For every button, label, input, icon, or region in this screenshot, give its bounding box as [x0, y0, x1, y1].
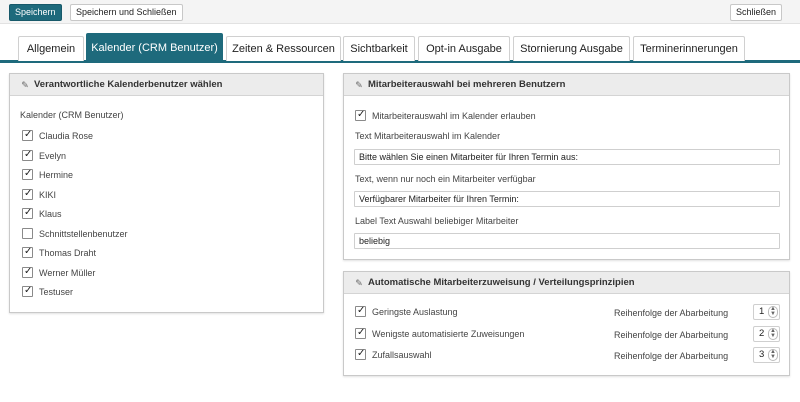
order-stepper[interactable]: 2 ▲ ▼ — [753, 326, 780, 342]
rule-checkbox[interactable] — [355, 327, 366, 339]
allow-selection-label: Mitarbeiterauswahl im Kalender erlauben — [372, 110, 536, 121]
tab-terminerinnerungen[interactable]: Terminerinnerungen — [633, 36, 745, 61]
selection-text-label: Text Mitarbeiterauswahl im Kalender — [355, 131, 501, 141]
order-value: 2 — [759, 328, 765, 339]
save-button[interactable]: Speichern — [9, 4, 62, 21]
user-name: Hermine — [39, 169, 74, 180]
user-name: Werner Müller — [39, 267, 96, 278]
rule-row[interactable]: Geringste Auslastung — [355, 305, 458, 317]
rule-checkbox[interactable] — [355, 305, 366, 317]
panel-title: Mitarbeiterauswahl bei mehreren Benutzer… — [368, 78, 566, 90]
order-label: Reihenfolge der Abarbeitung — [614, 351, 729, 361]
edit-icon: ✎ — [355, 277, 363, 288]
order-label: Reihenfolge der Abarbeitung — [614, 330, 729, 340]
up-down-icon[interactable]: ▲ ▼ — [768, 328, 778, 340]
rule-row[interactable]: Zufallsauswahl — [355, 348, 432, 360]
panel-title: Verantwortliche Kalenderbenutzer wählen — [34, 78, 223, 90]
tab-zeiten-ressourcen[interactable]: Zeiten & Ressourcen — [226, 36, 341, 61]
user-name: Claudia Rose — [39, 130, 94, 141]
tab-kalender[interactable]: Kalender (CRM Benutzer) — [86, 33, 223, 61]
panel-header: ✎ Automatische Mitarbeiterzuweisung / Ve… — [344, 272, 789, 294]
tab-stornierung-ausgabe[interactable]: Stornierung Ausgabe — [513, 36, 630, 61]
user-row[interactable]: Klaus — [22, 207, 62, 219]
user-row[interactable]: Hermine — [22, 168, 74, 180]
order-value: 1 — [759, 306, 765, 317]
rule-checkbox[interactable] — [355, 348, 366, 360]
up-down-icon[interactable]: ▲ ▼ — [768, 306, 778, 318]
selection-text-input[interactable]: Bitte wählen Sie einen Mitarbeiter für I… — [354, 149, 780, 165]
user-name: Testuser — [39, 286, 74, 297]
user-checkbox[interactable] — [22, 228, 33, 239]
user-checkbox[interactable] — [22, 207, 33, 219]
calendar-users-panel: ✎ Verantwortliche Kalenderbenutzer wähle… — [9, 73, 324, 313]
auto-assignment-panel: ✎ Automatische Mitarbeiterzuweisung / Ve… — [343, 271, 790, 376]
user-row[interactable]: Evelyn — [22, 149, 67, 161]
order-stepper[interactable]: 1 ▲ ▼ — [753, 304, 780, 320]
calendar-field-label: Kalender (CRM Benutzer) — [20, 110, 124, 120]
save-and-close-button[interactable]: Speichern und Schließen — [70, 4, 183, 21]
user-name: Klaus — [39, 208, 62, 219]
order-value: 3 — [759, 349, 765, 360]
user-row[interactable]: Claudia Rose — [22, 129, 94, 141]
tab-opt-in-ausgabe[interactable]: Opt-in Ausgabe — [418, 36, 510, 61]
user-checkbox[interactable] — [22, 246, 33, 258]
user-row[interactable]: Testuser — [22, 285, 74, 297]
rule-label: Zufallsauswahl — [372, 349, 432, 360]
user-row[interactable]: KIKI — [22, 188, 57, 200]
user-checkbox[interactable] — [22, 129, 33, 141]
close-button[interactable]: Schließen — [730, 4, 783, 21]
single-employee-label: Text, wenn nur noch ein Mitarbeiter verf… — [355, 174, 536, 184]
rule-label: Geringste Auslastung — [372, 306, 458, 317]
panel-title: Automatische Mitarbeiterzuweisung / Vert… — [368, 276, 635, 288]
up-down-icon[interactable]: ▲ ▼ — [768, 349, 778, 361]
any-employee-input[interactable]: beliebig — [354, 233, 780, 249]
user-checkbox[interactable] — [22, 285, 33, 297]
edit-icon: ✎ — [21, 79, 29, 90]
allow-selection-row[interactable]: Mitarbeiterauswahl im Kalender erlauben — [355, 109, 536, 121]
tab-bar: Allgemein Kalender (CRM Benutzer) Zeiten… — [0, 32, 800, 63]
user-name: Thomas Draht — [39, 247, 97, 258]
user-checkbox[interactable] — [22, 266, 33, 278]
rule-row[interactable]: Wenigste automatisierte Zuweisungen — [355, 327, 525, 339]
order-label: Reihenfolge der Abarbeitung — [614, 308, 729, 318]
rule-label: Wenigste automatisierte Zuweisungen — [372, 328, 525, 339]
user-checkbox[interactable] — [22, 168, 33, 180]
any-employee-label: Label Text Auswahl beliebiger Mitarbeite… — [355, 216, 519, 226]
user-checkbox[interactable] — [22, 188, 33, 200]
single-employee-input[interactable]: Verfügbarer Mitarbeiter für Ihren Termin… — [354, 191, 780, 207]
tab-sichtbarkeit[interactable]: Sichtbarkeit — [343, 36, 415, 61]
employee-selection-panel: ✎ Mitarbeiterauswahl bei mehreren Benutz… — [343, 73, 790, 260]
toolbar: Speichern Speichern und Schließen Schlie… — [0, 0, 800, 24]
order-stepper[interactable]: 3 ▲ ▼ — [753, 347, 780, 363]
user-row[interactable]: Schnittstellenbenutzer — [22, 228, 128, 239]
user-name: Evelyn — [39, 150, 67, 161]
user-name: KIKI — [39, 189, 57, 200]
panel-header: ✎ Mitarbeiterauswahl bei mehreren Benutz… — [344, 74, 789, 96]
user-row[interactable]: Thomas Draht — [22, 246, 97, 258]
panel-header: ✎ Verantwortliche Kalenderbenutzer wähle… — [10, 74, 323, 96]
user-checkbox[interactable] — [22, 149, 33, 161]
tab-allgemein[interactable]: Allgemein — [18, 36, 84, 61]
user-row[interactable]: Werner Müller — [22, 266, 96, 278]
user-name: Schnittstellenbenutzer — [39, 228, 128, 239]
edit-icon: ✎ — [355, 79, 363, 90]
allow-selection-checkbox[interactable] — [355, 109, 366, 121]
